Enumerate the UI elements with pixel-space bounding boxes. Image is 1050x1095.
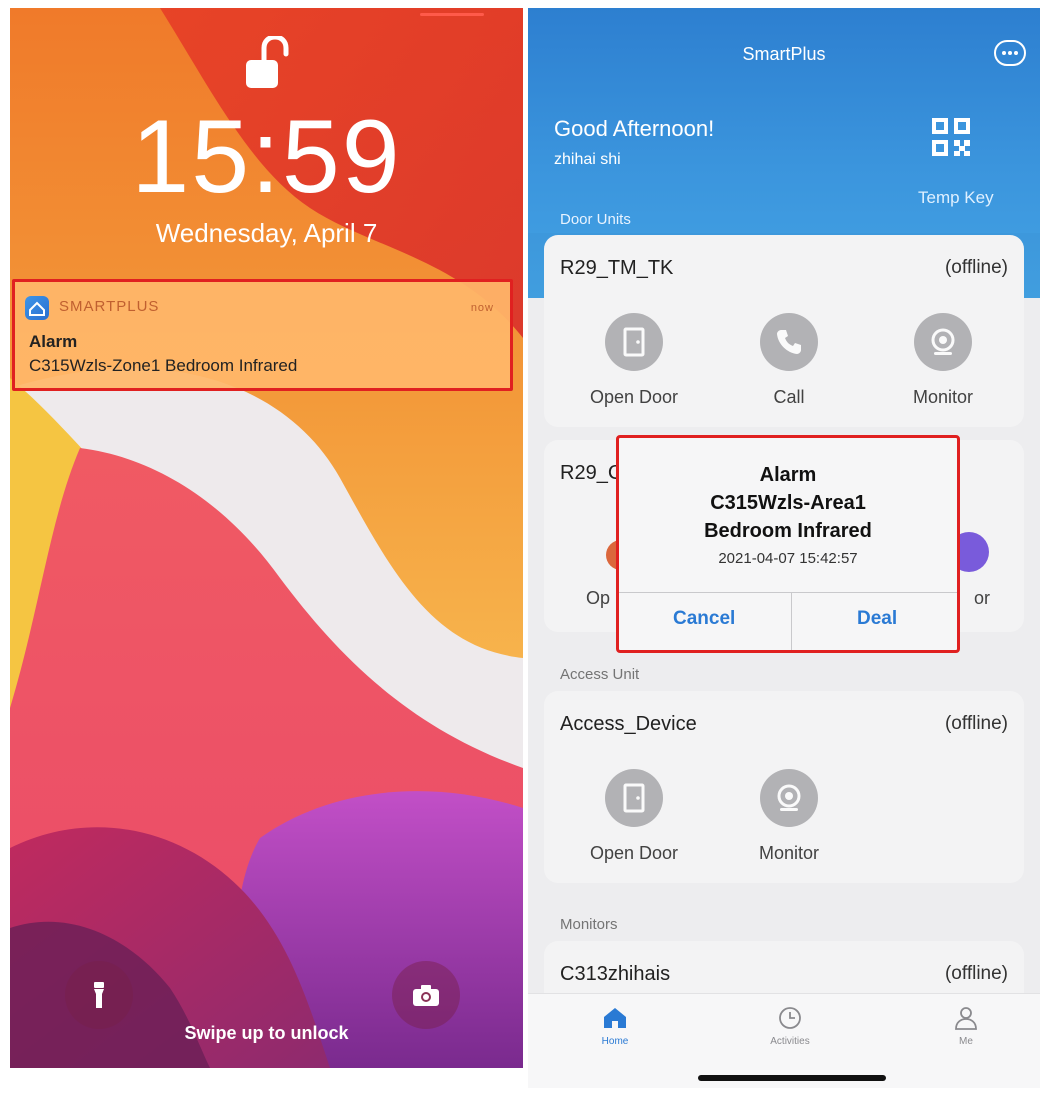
clock-icon	[779, 1007, 801, 1029]
qr-code-icon[interactable]	[932, 118, 970, 170]
smartplus-app: SmartPlus Good Afternoon! zhihai shi Tem…	[528, 8, 1040, 1088]
cancel-button[interactable]: Cancel	[673, 608, 735, 630]
tab-bar: Home Activities Me	[528, 993, 1040, 1088]
dialog-title: Alarm	[759, 464, 817, 486]
tab-activities[interactable]: Activities	[730, 1006, 850, 1047]
notification-banner[interactable]: SMARTPLUS now Alarm C315Wzls-Zone1 Bedro…	[12, 279, 513, 391]
home-icon	[604, 1008, 626, 1028]
camera-button[interactable]	[392, 961, 460, 1029]
tab-label: Me	[959, 1036, 973, 1047]
flashlight-button[interactable]	[65, 961, 133, 1029]
top-indicator	[420, 13, 484, 16]
deal-button[interactable]: Deal	[857, 608, 897, 630]
camera-icon	[413, 985, 439, 1006]
temp-key-label[interactable]: Temp Key	[918, 188, 994, 208]
home-indicator[interactable]	[698, 1075, 886, 1081]
user-name: zhihai shi	[554, 151, 621, 168]
tab-me[interactable]: Me	[906, 1006, 1026, 1047]
unlocked-padlock-icon	[246, 36, 289, 88]
dialog-divider	[791, 592, 792, 650]
notification-title: Alarm	[29, 332, 78, 351]
greeting: Good Afternoon!	[554, 116, 715, 141]
swipe-hint: Swipe up to unlock	[184, 1023, 349, 1043]
lock-date: Wednesday, April 7	[155, 218, 378, 248]
smartplus-app-icon	[25, 296, 49, 320]
section-door-units: Door Units	[560, 211, 631, 228]
dialog-timestamp: 2021-04-07 15:42:57	[718, 550, 858, 567]
flashlight-icon	[94, 982, 104, 1008]
app-title: SmartPlus	[742, 44, 826, 64]
notification-timestamp: now	[470, 302, 494, 314]
person-icon	[955, 1007, 977, 1030]
more-icon[interactable]	[994, 40, 1026, 66]
notification-body: C315Wzls-Zone1 Bedroom Infrared	[29, 356, 298, 375]
lock-screen: 15:59 Wednesday, April 7 SMARTPLUS now A…	[10, 8, 523, 1068]
dialog-divider	[619, 592, 957, 593]
dialog-device: C315Wzls-Area1	[710, 492, 866, 514]
dialog-zone: Bedroom Infrared	[704, 520, 872, 542]
tab-label: Home	[601, 1036, 629, 1047]
alarm-dialog: Alarm C315Wzls-Area1 Bedroom Infrared 20…	[616, 435, 960, 653]
tab-home[interactable]: Home	[555, 1006, 675, 1047]
tab-label: Activities	[770, 1036, 810, 1047]
lock-time: 15:59	[131, 99, 402, 215]
notification-app-name: SMARTPLUS	[59, 298, 160, 315]
